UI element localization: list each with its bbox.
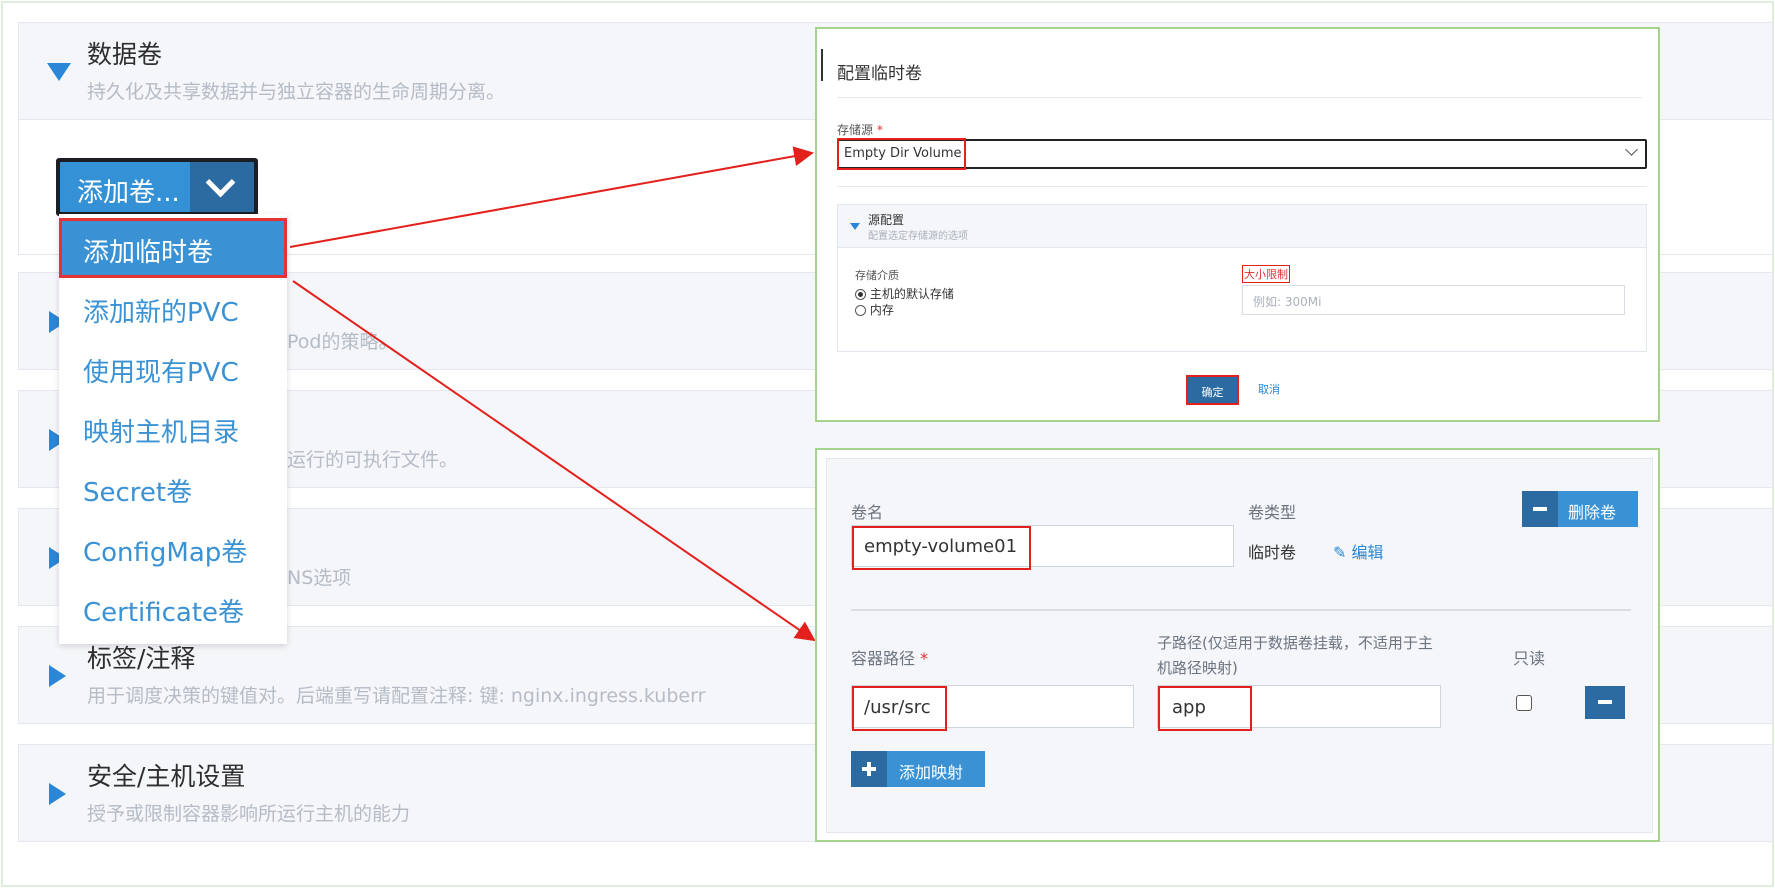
- storage-source-label: 存储源 *: [837, 123, 883, 137]
- dialog-title: 配置临时卷: [837, 64, 922, 84]
- chevron-down-icon: [1625, 143, 1638, 156]
- add-mapping-label: 添加映射: [887, 751, 985, 787]
- divider: [837, 97, 1642, 98]
- source-config-desc: 配置选定存储源的选项: [868, 231, 968, 242]
- volume-card: 卷名 empty-volume01 卷类型 临时卷 ✎ 编辑 删除卷 容器路径 …: [826, 458, 1653, 833]
- container-path-label: 容器路径 *: [851, 649, 929, 668]
- subpath-input[interactable]: app: [1157, 685, 1441, 731]
- volume-name-input[interactable]: empty-volume01: [851, 525, 1234, 570]
- radio-checked-icon: [855, 289, 866, 300]
- cancel-button[interactable]: 取消: [1258, 381, 1280, 397]
- source-config-header[interactable]: 源配置 配置选定存储源的选项: [838, 205, 1646, 248]
- arrow-to-volume-editor: [292, 280, 816, 642]
- volume-type-value: 临时卷: [1248, 543, 1297, 562]
- container-path-value: /usr/src: [852, 686, 947, 731]
- plus-icon: [851, 751, 887, 787]
- volume-editor-panel: 卷名 empty-volume01 卷类型 临时卷 ✎ 编辑 删除卷 容器路径 …: [815, 448, 1660, 842]
- readonly-checkbox[interactable]: [1516, 695, 1532, 711]
- dialog-title-bar-accent: [821, 49, 823, 81]
- delete-volume-button[interactable]: 删除卷: [1522, 491, 1638, 527]
- size-limit-label: 大小限制: [1242, 265, 1290, 283]
- divider: [837, 186, 1647, 187]
- minus-icon: [1598, 700, 1612, 704]
- remove-mapping-button[interactable]: [1585, 686, 1625, 719]
- source-config-panel: 源配置 配置选定存储源的选项 存储介质 主机的默认存储 内存 大小限制 例如: …: [837, 204, 1647, 352]
- add-mapping-button[interactable]: 添加映射: [851, 751, 985, 787]
- delete-volume-label: 删除卷: [1558, 491, 1638, 527]
- container-path-input[interactable]: /usr/src: [851, 685, 1134, 731]
- medium-option-default[interactable]: 主机的默认存储: [855, 285, 954, 302]
- source-config-title: 源配置: [868, 213, 905, 227]
- pencil-icon: ✎: [1333, 543, 1347, 562]
- configure-volume-dialog: 配置临时卷 存储源 * Empty Dir Volume 源配置 配置选定存储源…: [815, 27, 1660, 422]
- edit-link[interactable]: ✎ 编辑: [1333, 539, 1384, 563]
- subpath-value: app: [1158, 686, 1252, 731]
- medium-label: 存储介质: [855, 269, 899, 282]
- storage-source-value: Empty Dir Volume: [837, 138, 966, 170]
- readonly-label: 只读: [1513, 649, 1546, 668]
- divider: [851, 609, 1631, 611]
- expand-triangle-icon: [850, 223, 860, 230]
- minus-icon: [1522, 491, 1558, 527]
- arrow-to-dialog: [289, 146, 814, 248]
- volume-type-label: 卷类型: [1248, 503, 1297, 522]
- size-limit-input[interactable]: 例如: 300Mi: [1242, 285, 1625, 315]
- volume-name-label: 卷名: [851, 503, 884, 522]
- subpath-label: 子路径(仅适用于数据卷挂载，不适用于主 机路径映射): [1157, 634, 1433, 677]
- storage-source-select[interactable]: Empty Dir Volume: [837, 138, 1647, 170]
- confirm-button[interactable]: 确定: [1186, 375, 1239, 405]
- medium-option-memory[interactable]: 内存: [855, 301, 894, 318]
- volume-name-value: empty-volume01: [852, 526, 1031, 570]
- radio-unchecked-icon: [855, 305, 866, 316]
